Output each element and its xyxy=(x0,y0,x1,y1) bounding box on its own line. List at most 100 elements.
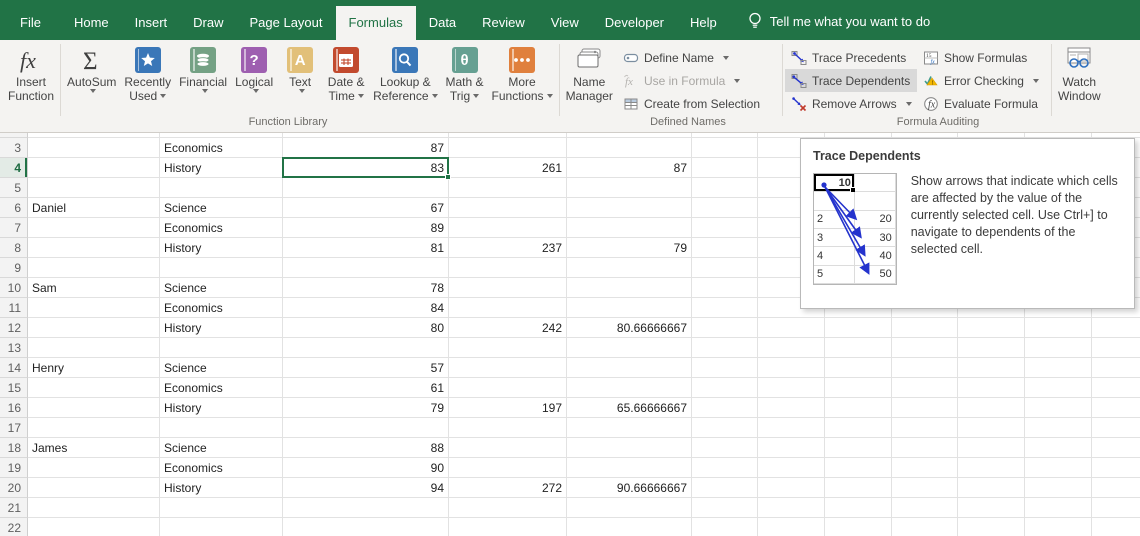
tab-formulas[interactable]: Formulas xyxy=(336,6,416,40)
cell[interactable] xyxy=(1025,478,1092,498)
cell[interactable] xyxy=(825,358,892,378)
cell[interactable] xyxy=(160,178,283,198)
row-header-3[interactable]: 3 xyxy=(0,138,28,158)
cell[interactable] xyxy=(758,338,825,358)
financial-button[interactable]: Financial xyxy=(175,40,231,118)
cell[interactable] xyxy=(892,338,958,358)
cell[interactable] xyxy=(1025,318,1092,338)
cell[interactable] xyxy=(567,138,692,158)
cell[interactable] xyxy=(449,278,567,298)
cell[interactable] xyxy=(449,378,567,398)
cell[interactable] xyxy=(28,338,160,358)
create-from-selection-button[interactable]: Create from Selection xyxy=(617,92,780,115)
row-header-11[interactable]: 11 xyxy=(0,298,28,318)
cell[interactable] xyxy=(892,418,958,438)
cell[interactable] xyxy=(449,498,567,518)
define-name-button[interactable]: Define Name xyxy=(617,46,780,69)
cell[interactable]: 79 xyxy=(567,238,692,258)
cell[interactable]: 79 xyxy=(283,398,449,418)
cell[interactable] xyxy=(692,358,758,378)
cell[interactable]: Economics xyxy=(160,458,283,478)
cell[interactable] xyxy=(692,258,758,278)
tab-developer[interactable]: Developer xyxy=(592,6,677,40)
cell[interactable] xyxy=(160,258,283,278)
cell[interactable] xyxy=(825,458,892,478)
cell[interactable] xyxy=(449,298,567,318)
cell[interactable] xyxy=(958,358,1025,378)
tab-page-layout[interactable]: Page Layout xyxy=(237,6,336,40)
cell[interactable] xyxy=(1092,518,1140,536)
row-header-17[interactable]: 17 xyxy=(0,418,28,438)
cell[interactable] xyxy=(1025,358,1092,378)
row-header-21[interactable]: 21 xyxy=(0,498,28,518)
cell[interactable] xyxy=(892,438,958,458)
cell[interactable] xyxy=(28,178,160,198)
row-header-15[interactable]: 15 xyxy=(0,378,28,398)
trace-dependents-button[interactable]: Trace Dependents xyxy=(785,69,917,92)
row-header-8[interactable]: 8 xyxy=(0,238,28,258)
cell[interactable] xyxy=(758,378,825,398)
row-header-5[interactable]: 5 xyxy=(0,178,28,198)
cell[interactable] xyxy=(283,338,449,358)
row-header-22[interactable]: 22 xyxy=(0,518,28,536)
trace-precedents-button[interactable]: Trace Precedents xyxy=(785,46,917,69)
cell[interactable] xyxy=(692,438,758,458)
cell[interactable] xyxy=(692,418,758,438)
cell[interactable]: History xyxy=(160,318,283,338)
cell[interactable] xyxy=(28,218,160,238)
cell[interactable]: 81 xyxy=(283,238,449,258)
cell[interactable] xyxy=(1092,498,1140,518)
cell[interactable] xyxy=(449,218,567,238)
cell[interactable] xyxy=(1092,358,1140,378)
cell[interactable]: Economics xyxy=(160,138,283,158)
row-header-6[interactable]: 6 xyxy=(0,198,28,218)
tab-home[interactable]: Home xyxy=(61,6,122,40)
cell[interactable] xyxy=(758,398,825,418)
text-button[interactable]: AText xyxy=(277,40,323,118)
cell[interactable] xyxy=(1092,338,1140,358)
cell[interactable] xyxy=(449,458,567,478)
row-header-19[interactable]: 19 xyxy=(0,458,28,478)
cell[interactable] xyxy=(1025,338,1092,358)
cell[interactable] xyxy=(28,518,160,536)
cell[interactable] xyxy=(692,138,758,158)
cell[interactable]: 67 xyxy=(283,198,449,218)
cell[interactable]: 84 xyxy=(283,298,449,318)
cell[interactable] xyxy=(892,378,958,398)
cell[interactable] xyxy=(1025,498,1092,518)
cell[interactable]: 94 xyxy=(283,478,449,498)
cell[interactable] xyxy=(692,298,758,318)
cell[interactable] xyxy=(283,258,449,278)
cell[interactable] xyxy=(892,518,958,536)
cell[interactable] xyxy=(758,358,825,378)
row-header-18[interactable]: 18 xyxy=(0,438,28,458)
cell[interactable] xyxy=(692,198,758,218)
error-checking-button[interactable]: !Error Checking xyxy=(917,69,1049,92)
cell[interactable] xyxy=(567,338,692,358)
cell[interactable] xyxy=(958,318,1025,338)
cell[interactable] xyxy=(28,238,160,258)
cell[interactable] xyxy=(1025,378,1092,398)
cell[interactable] xyxy=(825,498,892,518)
cell[interactable] xyxy=(692,338,758,358)
cell[interactable] xyxy=(449,418,567,438)
cell[interactable] xyxy=(567,278,692,298)
cell[interactable] xyxy=(28,258,160,278)
autosum-button[interactable]: ΣAutoSum xyxy=(63,40,120,118)
cell[interactable] xyxy=(692,398,758,418)
cell[interactable] xyxy=(692,158,758,178)
cell[interactable]: History xyxy=(160,398,283,418)
math--button[interactable]: θMath &Trig xyxy=(442,40,488,118)
cell[interactable] xyxy=(825,518,892,536)
cell[interactable] xyxy=(892,498,958,518)
cell[interactable] xyxy=(758,478,825,498)
cell[interactable]: 90 xyxy=(283,458,449,478)
cell[interactable] xyxy=(692,498,758,518)
cell[interactable] xyxy=(958,438,1025,458)
row-header-12[interactable]: 12 xyxy=(0,318,28,338)
cell[interactable] xyxy=(692,238,758,258)
logical-button[interactable]: ?Logical xyxy=(231,40,277,118)
cell[interactable] xyxy=(758,458,825,478)
cell[interactable] xyxy=(1025,418,1092,438)
cell[interactable]: 80 xyxy=(283,318,449,338)
